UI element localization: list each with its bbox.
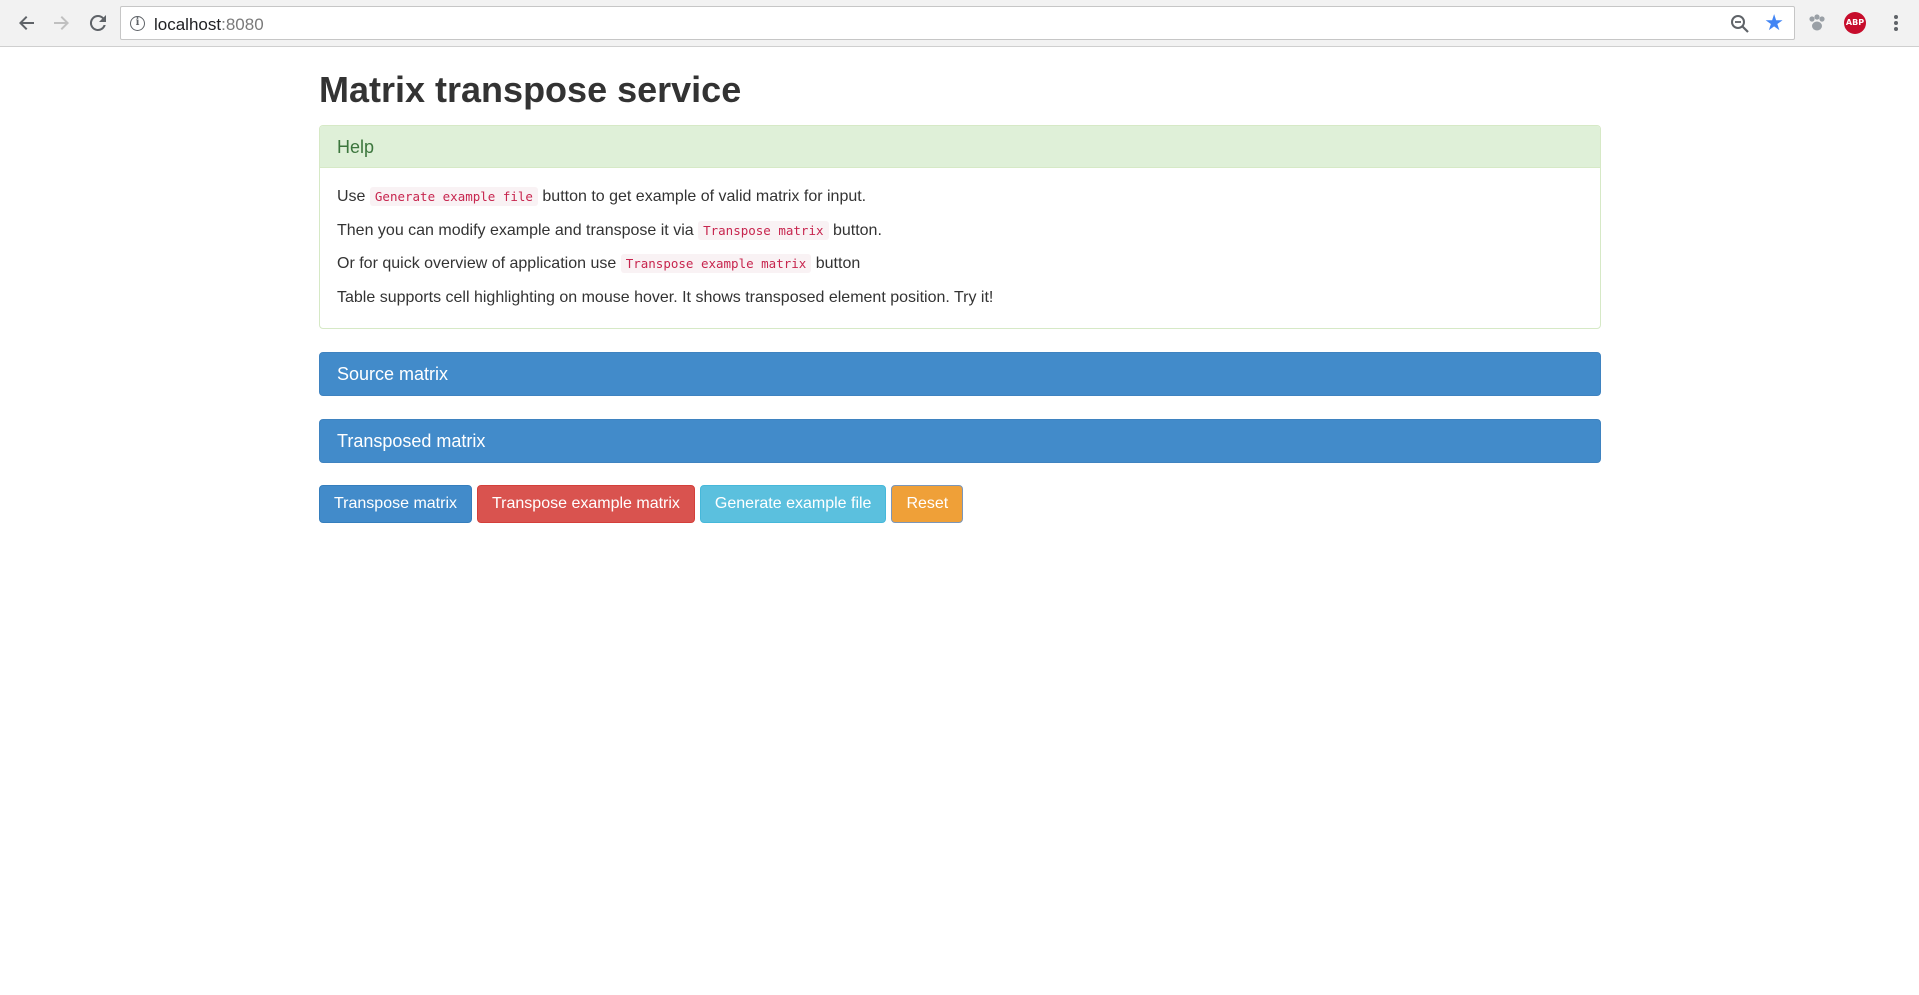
page-container: Matrix transpose service Help Use Genera… <box>319 47 1601 523</box>
forward-arrow-icon[interactable] <box>46 8 76 38</box>
help-code-generate-example: Generate example file <box>369 187 538 206</box>
reload-icon[interactable] <box>83 8 113 38</box>
help-line-2: Then you can modify example and transpos… <box>337 220 882 240</box>
address-bar[interactable]: i localhost:8080 ★ <box>120 6 1795 40</box>
help-panel-heading: Help <box>320 126 1600 168</box>
zoom-out-icon[interactable] <box>1730 14 1750 34</box>
transposed-matrix-panel[interactable]: Transposed matrix <box>319 418 1601 463</box>
reset-button[interactable]: Reset <box>891 484 964 523</box>
extension-paw-icon[interactable] <box>1806 12 1828 34</box>
help-line-3: Or for quick overview of application use… <box>337 254 861 273</box>
url-text[interactable]: localhost:8080 <box>154 15 264 35</box>
help-line-4: Table supports cell highlighting on mous… <box>337 288 994 306</box>
source-matrix-panel[interactable]: Source matrix <box>319 351 1601 396</box>
browser-toolbar: i localhost:8080 ★ ABP <box>0 0 1919 47</box>
generate-example-file-button[interactable]: Generate example file <box>699 484 887 523</box>
help-panel-body: Use Generate example file button to get … <box>320 168 1600 328</box>
transpose-example-matrix-button[interactable]: Transpose example matrix <box>477 484 695 523</box>
help-panel: Help Use Generate example file button to… <box>319 125 1601 329</box>
info-icon[interactable]: i <box>130 16 145 31</box>
browser-menu-icon[interactable] <box>1886 12 1906 34</box>
back-arrow-icon[interactable] <box>12 8 42 38</box>
transpose-matrix-button[interactable]: Transpose matrix <box>319 484 472 523</box>
adblock-plus-icon[interactable]: ABP <box>1844 12 1866 34</box>
page-title: Matrix transpose service <box>319 69 742 110</box>
help-code-transpose-example: Transpose example matrix <box>620 254 812 273</box>
bookmark-star-icon[interactable]: ★ <box>1764 11 1784 35</box>
help-code-transpose-matrix: Transpose matrix <box>698 220 829 240</box>
action-buttons: Transpose matrix Transpose example matri… <box>319 484 1601 523</box>
help-line-1: Use Generate example file button to get … <box>337 187 867 206</box>
